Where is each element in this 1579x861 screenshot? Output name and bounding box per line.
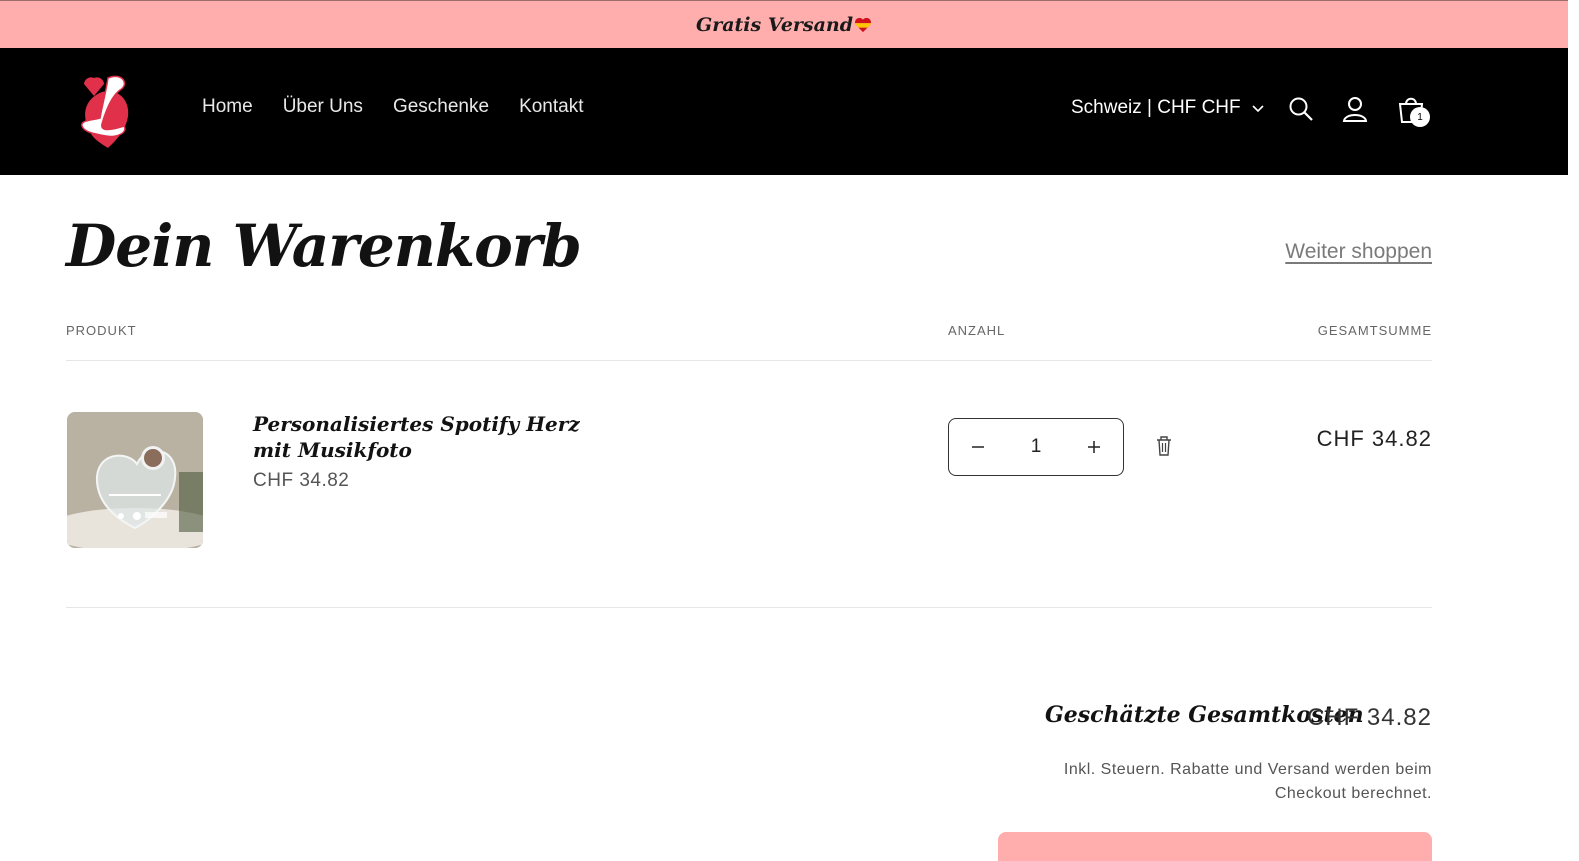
cart-count-badge: 1 xyxy=(1410,107,1430,127)
account-icon[interactable] xyxy=(1340,94,1370,124)
page-title: Dein Warenkorb xyxy=(66,212,582,280)
divider xyxy=(66,360,1432,361)
plus-icon xyxy=(1088,441,1100,453)
line-item-total: CHF 34.82 xyxy=(1316,426,1432,451)
country-currency-selector[interactable]: Schweiz | CHF CHF xyxy=(1071,97,1265,119)
column-heading-total: GESAMTSUMME xyxy=(1317,323,1432,338)
checkout-button[interactable] xyxy=(998,832,1432,861)
brand-logo[interactable] xyxy=(72,70,136,150)
announcement-text: Gratis Versand xyxy=(695,13,854,36)
site-header: Home Über Uns Geschenke Kontakt Schweiz … xyxy=(0,48,1568,175)
tax-shipping-note: Inkl. Steuern. Rabatte und Versand werde… xyxy=(1063,761,1432,802)
main-nav: Home Über Uns Geschenke Kontakt xyxy=(202,96,584,118)
nav-link-contact[interactable]: Kontakt xyxy=(519,96,583,118)
trash-icon[interactable] xyxy=(1153,434,1175,458)
quantity-increase-button[interactable] xyxy=(1077,430,1111,464)
heart-flag-icon xyxy=(855,17,872,32)
product-image[interactable] xyxy=(67,412,203,548)
quantity-stepper xyxy=(948,418,1124,476)
minus-icon xyxy=(972,446,984,448)
country-currency-label: Schweiz | CHF CHF xyxy=(1071,97,1241,118)
product-photo xyxy=(67,412,203,548)
nav-link-about[interactable]: Über Uns xyxy=(283,96,363,118)
continue-shopping-link[interactable]: Weiter shoppen xyxy=(1285,240,1432,264)
column-heading-product: PRODUKT xyxy=(66,323,137,338)
nav-link-gifts[interactable]: Geschenke xyxy=(393,96,489,118)
quantity-input[interactable] xyxy=(1016,436,1056,458)
estimated-total-value: CHF 34.82 xyxy=(1306,704,1432,731)
divider xyxy=(66,607,1432,608)
product-unit-price: CHF 34.82 xyxy=(253,470,350,491)
nav-link-home[interactable]: Home xyxy=(202,96,253,118)
quantity-decrease-button[interactable] xyxy=(961,430,995,464)
announcement-bar: Gratis Versand xyxy=(0,0,1568,48)
search-icon[interactable] xyxy=(1286,94,1316,124)
column-heading-quantity: ANZAHL xyxy=(948,323,1006,338)
product-title[interactable]: Personalisiertes Spotify Herz mit Musikf… xyxy=(253,411,613,463)
chevron-down-icon xyxy=(1252,105,1264,113)
